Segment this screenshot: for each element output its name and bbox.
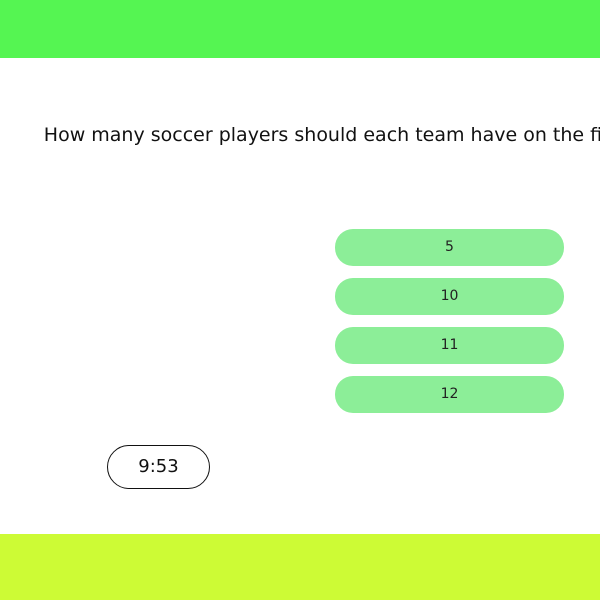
bottom-banner — [0, 534, 600, 600]
answer-options: 5 10 11 12 — [335, 229, 564, 425]
answer-option-11[interactable]: 11 — [335, 327, 564, 364]
countdown-timer: 9:53 — [107, 445, 210, 489]
answer-option-10[interactable]: 10 — [335, 278, 564, 315]
top-banner — [0, 0, 600, 58]
question-text: How many soccer players should each team… — [43, 124, 600, 146]
answer-option-12[interactable]: 12 — [335, 376, 564, 413]
quiz-screen: How many soccer players should each team… — [0, 0, 600, 600]
answer-option-5[interactable]: 5 — [335, 229, 564, 266]
